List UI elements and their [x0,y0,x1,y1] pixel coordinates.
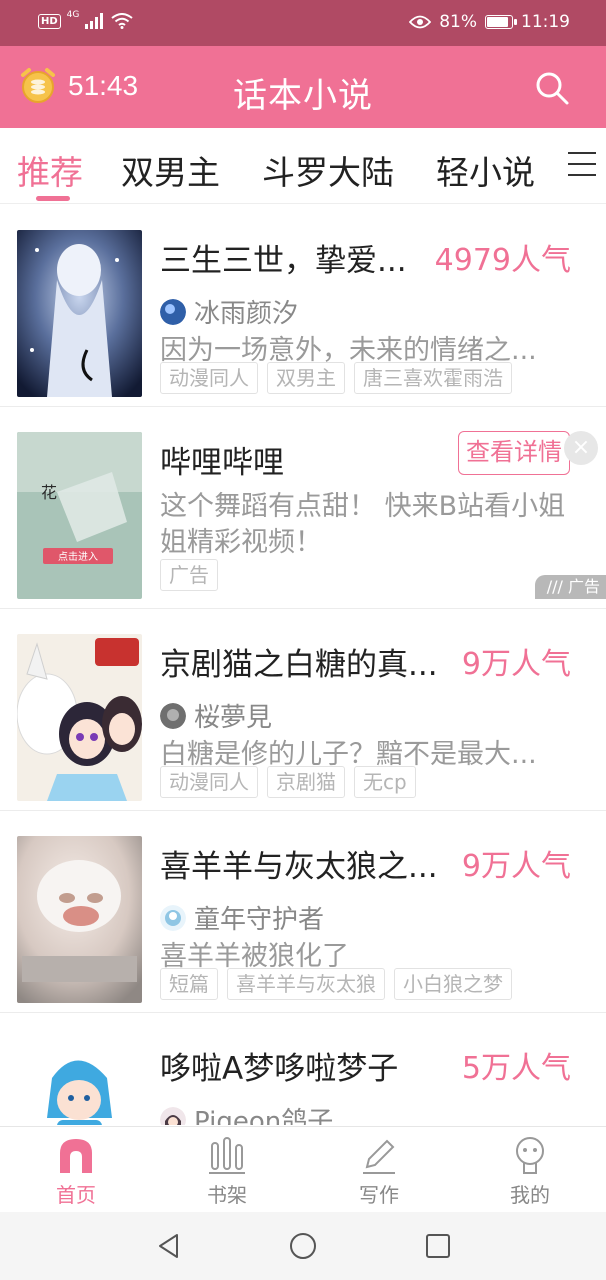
cover-image [17,230,142,397]
tag[interactable]: 动漫同人 [160,362,258,394]
novel-title: 京剧猫之白糖的真... [160,647,438,683]
popularity-count: 4979人气 [434,243,571,278]
list-item[interactable]: 喜羊羊与灰太狼之... 9万人气 童年守护者 喜羊羊被狼化了 短篇 喜羊羊与灰太… [0,811,606,1013]
eye-icon [409,15,432,29]
tag[interactable]: 短篇 [160,968,218,1000]
recents-icon[interactable] [424,1232,452,1260]
battery-fill [487,17,509,27]
signal-icon [85,13,104,29]
battery-percent: 81% [439,12,477,32]
novel-title: 哆啦A梦哆啦梦子 [160,1051,399,1087]
search-icon[interactable] [534,70,570,106]
nav-bookshelf[interactable]: 书架 [177,1135,277,1208]
bottom-navigation: 首页 书架 写作 我的 [0,1126,606,1212]
system-navigation-bar [0,1212,606,1280]
avatar [160,904,186,931]
tag[interactable]: 动漫同人 [160,766,258,798]
popularity-count: 9万人气 [461,849,571,884]
avatar [160,1106,186,1125]
author: 桜夢見 [160,697,272,734]
app-title: 话本小说 [233,76,373,116]
novel-title: 喜羊羊与灰太狼之... [160,849,438,885]
status-right: 81% 11:19 [409,12,570,32]
nav-write-label: 写作 [359,1183,399,1207]
avatar [160,702,186,729]
nav-profile[interactable]: 我的 [480,1135,580,1208]
ad-cover-image: 点击进入 花 [17,432,142,599]
ad-description: 这个舞蹈有点甜！ 快来B站看小姐姐精彩视频！ [160,491,566,558]
cover-image [17,1038,142,1125]
status-bar: HD 4G 81% 11:19 [0,0,606,46]
ad-cover-button-text: 点击进入 [58,551,98,563]
hd-indicator: HD [38,13,61,29]
view-details-button[interactable]: 查看详情 [458,431,570,475]
close-icon[interactable]: × [564,431,598,465]
pencil-icon [363,1139,395,1174]
nav-home-label: 首页 [56,1183,96,1207]
nav-write[interactable]: 写作 [329,1135,429,1208]
tag[interactable]: 京剧猫 [267,766,345,798]
app-header: 51:43 话本小说 [0,46,606,128]
ad-cover-text: 花 [41,483,57,502]
nav-profile-label: 我的 [510,1183,550,1207]
home-icon [60,1139,92,1173]
home-circle-icon[interactable] [289,1232,317,1260]
tab-douluo-dalu[interactable]: 斗罗大陆 [262,146,394,194]
category-tabs: 推荐 双男主 斗罗大陆 轻小说 [0,128,606,204]
cover-image [17,634,142,801]
popularity-count: 5万人气 [461,1051,571,1086]
author-name: 桜夢見 [194,703,273,733]
ad-mark-label: 广告 [567,577,600,596]
tag[interactable]: 无cp [354,766,416,798]
nav-bookshelf-label: 书架 [207,1183,247,1207]
tag-list: 动漫同人 双男主 唐三喜欢霍雨浩 [160,362,512,394]
nav-home[interactable]: 首页 [26,1135,126,1208]
back-icon[interactable] [155,1232,183,1260]
network-type: 4G [66,10,80,20]
menu-icon[interactable] [568,152,596,178]
tag[interactable]: 喜羊羊与灰太狼 [227,968,385,1000]
novel-title: 三生三世，挚爱... [160,243,407,279]
bookshelf-icon [209,1137,245,1174]
avatar [160,298,186,325]
ad-mark: /// 广告 [534,575,606,599]
author-name: Pigeon鸽子 [194,1107,334,1125]
tag-list: 动漫同人 京剧猫 无cp [160,766,416,798]
tab-recommend[interactable]: 推荐 [17,146,83,194]
author: 冰雨颜汐 [160,293,298,330]
list-item[interactable]: 三生三世，挚爱... 4979人气 冰雨颜汐 因为一场意外，未来的情绪之... … [0,205,606,407]
tag[interactable]: 双男主 [267,362,345,394]
active-tab-indicator [36,196,70,201]
profile-icon [516,1137,544,1174]
tag[interactable]: 唐三喜欢霍雨浩 [354,362,512,394]
novel-feed: 三生三世，挚爱... 4979人气 冰雨颜汐 因为一场意外，未来的情绪之... … [0,205,606,1125]
author: Pigeon鸽子 [160,1101,333,1125]
list-item[interactable]: 京剧猫之白糖的真... 9万人气 桜夢見 白糖是修的儿子？黯不是最大... 动漫… [0,609,606,811]
tag[interactable]: 小白狼之梦 [394,968,512,1000]
ad-badge: 广告 [160,559,218,591]
clock: 11:19 [521,12,570,32]
ad-mark-icon: /// [546,577,568,596]
ad-item[interactable]: 点击进入 花 哔哩哔哩 查看详情 × 这个舞蹈有点甜！ 快来B站看小姐姐精彩视频… [0,407,606,609]
tab-light-novel[interactable]: 轻小说 [436,146,535,194]
ad-title: 哔哩哔哩 [160,445,284,481]
wifi-icon [111,13,133,29]
author-name: 童年守护者 [194,905,325,935]
list-item[interactable]: 哆啦A梦哆啦梦子 5万人气 Pigeon鸽子 [0,1013,606,1125]
author-name: 冰雨颜汐 [194,299,299,329]
author: 童年守护者 [160,899,324,936]
tag-list: 短篇 喜羊羊与灰太狼 小白狼之梦 [160,968,512,1000]
cover-image [17,836,142,1003]
popularity-count: 9万人气 [461,647,571,682]
battery-icon [485,15,517,29]
status-left: HD 4G [38,10,133,29]
tab-dual-male-leads[interactable]: 双男主 [121,146,220,194]
